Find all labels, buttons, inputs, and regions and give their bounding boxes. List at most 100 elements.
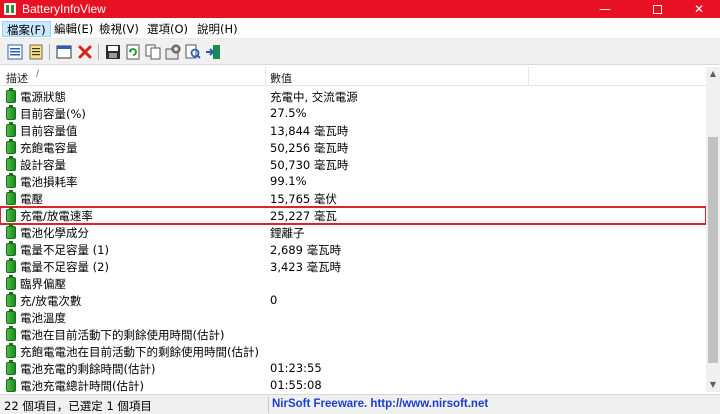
maximize-button[interactable] <box>634 0 680 18</box>
item-value: 25,227 毫瓦 <box>270 209 337 223</box>
battery-icon <box>6 309 16 324</box>
list-item[interactable]: 設計容量 50,730 毫瓦時 <box>0 156 706 173</box>
column-divider[interactable] <box>528 67 529 86</box>
list-item[interactable]: 充飽電容量 50,256 毫瓦時 <box>0 139 706 156</box>
close-button[interactable]: ✕ <box>676 0 720 18</box>
toolbar-separator <box>49 44 50 60</box>
item-value: 3,423 毫瓦時 <box>270 260 342 274</box>
list-item[interactable]: 臨界偏壓 <box>0 275 706 292</box>
item-description: 電池在目前活動下的剩餘使用時間(估計) <box>20 328 225 342</box>
battery-icon <box>6 241 16 256</box>
list-item[interactable]: 電源狀態 充電中, 交流電源 <box>0 88 706 105</box>
item-description: 電池充電總計時間(估計) <box>20 379 144 392</box>
scroll-down-icon[interactable]: ▼ <box>706 378 720 392</box>
battery-icon <box>6 207 16 222</box>
item-description: 電量不足容量 (2) <box>20 260 109 274</box>
list-item[interactable]: 電壓 15,765 毫伏 <box>0 190 706 207</box>
battery-info-list: 電源狀態 充電中, 交流電源 目前容量(%) 27.5% 目前容量值 13,844 毫… <box>0 88 706 392</box>
item-description: 目前容量值 <box>20 124 78 138</box>
battery-icon <box>6 326 16 341</box>
item-description: 電源狀態 <box>20 90 66 104</box>
column-header: 描述 ∕ 數值 <box>0 67 706 86</box>
column-header-value[interactable]: 數值 <box>270 70 292 86</box>
copy-icon[interactable] <box>144 43 162 61</box>
item-value: 0 <box>270 293 278 307</box>
list-item[interactable]: 電量不足容量 (1) 2,689 毫瓦時 <box>0 241 706 258</box>
options-icon[interactable] <box>164 43 182 61</box>
battery-icon <box>6 88 16 103</box>
battery-icon <box>6 275 16 290</box>
toolbar <box>0 39 720 65</box>
battery-icon <box>6 377 16 392</box>
item-value: 27.5% <box>270 106 307 120</box>
list-item[interactable]: 電量不足容量 (2) 3,423 毫瓦時 <box>0 258 706 275</box>
item-value: 充電中, 交流電源 <box>270 90 358 104</box>
list-item[interactable]: 充/放電次數 0 <box>0 292 706 309</box>
status-item-count: 22 個項目，已選定 1 個項目 <box>4 399 152 413</box>
save-icon[interactable] <box>104 43 122 61</box>
menu-file[interactable]: 檔案(F) <box>2 21 51 37</box>
item-description: 電池充電的剩餘時間(估計) <box>20 362 156 376</box>
scrollbar-thumb[interactable] <box>708 137 718 363</box>
battery-icon <box>6 343 16 358</box>
list-item[interactable]: 電池化學成分 鋰離子 <box>0 224 706 241</box>
column-divider[interactable] <box>265 67 266 86</box>
item-value: 50,256 毫瓦時 <box>270 141 349 155</box>
battery-icon <box>6 173 16 188</box>
item-value: 15,765 毫伏 <box>270 192 337 206</box>
item-value: 01:23:55 <box>270 361 322 375</box>
list-item[interactable]: 充飽電電池在目前活動下的剩餘使用時間(估計) <box>0 343 706 360</box>
item-description: 臨界偏壓 <box>20 277 66 291</box>
list-item[interactable]: 電池在目前活動下的剩餘使用時間(估計) <box>0 326 706 343</box>
battery-icon <box>6 122 16 137</box>
list-item[interactable]: 電池溫度 <box>0 309 706 326</box>
item-description: 電池損耗率 <box>20 175 78 189</box>
item-description: 充電/放電速率 <box>20 209 93 223</box>
battery-icon <box>6 292 16 307</box>
menu-help[interactable]: 說明(H) <box>193 21 242 37</box>
list-item[interactable]: 電池充電總計時間(估計) 01:55:08 <box>0 377 706 392</box>
exit-icon[interactable] <box>204 43 222 61</box>
refresh-icon[interactable] <box>124 43 142 61</box>
menu-edit[interactable]: 編輯(E) <box>50 21 97 37</box>
battery-icon <box>6 360 16 375</box>
item-description: 充/放電次數 <box>20 294 82 308</box>
vertical-scrollbar[interactable]: ▲ ▼ <box>706 67 720 392</box>
item-description: 電量不足容量 (1) <box>20 243 109 257</box>
status-separator <box>268 397 269 413</box>
list-item[interactable]: 目前容量值 13,844 毫瓦時 <box>0 122 706 139</box>
item-description: 充飽電電池在目前活動下的剩餘使用時間(估計) <box>20 345 259 359</box>
item-description: 電池溫度 <box>20 311 66 325</box>
item-value: 50,730 毫瓦時 <box>270 158 349 172</box>
toolbar-separator <box>98 44 99 60</box>
item-value: 01:55:08 <box>270 378 322 392</box>
battery-icon <box>6 156 16 171</box>
list-icon[interactable] <box>27 43 45 61</box>
list-item[interactable]: 電池充電的剩餘時間(估計) 01:23:55 <box>0 360 706 377</box>
scroll-up-icon[interactable]: ▲ <box>706 67 720 81</box>
item-description: 電池化學成分 <box>20 226 89 240</box>
nirsoft-link[interactable]: NirSoft Freeware. http://www.nirsoft.net <box>272 398 488 410</box>
menu-view[interactable]: 檢視(V) <box>95 21 143 37</box>
battery-icon <box>6 105 16 120</box>
properties-icon[interactable] <box>6 43 24 61</box>
battery-app-icon <box>4 3 16 15</box>
item-value: 99.1% <box>270 174 307 188</box>
menu-options[interactable]: 選項(O) <box>143 21 192 37</box>
menu-bar: 檔案(F) 編輯(E) 檢視(V) 選項(O) 說明(H) <box>0 18 720 39</box>
minimize-button[interactable]: — <box>582 0 628 18</box>
battery-icon <box>6 190 16 205</box>
item-description: 設計容量 <box>20 158 66 172</box>
window-icon[interactable] <box>55 43 73 61</box>
column-header-description[interactable]: 描述 <box>6 70 28 86</box>
find-icon[interactable] <box>184 43 202 61</box>
sort-ascending-icon: ∕ <box>36 69 40 79</box>
item-description: 目前容量(%) <box>20 107 86 121</box>
battery-icon <box>6 139 16 154</box>
delete-icon[interactable] <box>76 43 94 61</box>
list-item-selected[interactable]: 充電/放電速率 25,227 毫瓦 <box>0 206 706 225</box>
window-title: BatteryInfoView <box>22 2 106 16</box>
list-item[interactable]: 目前容量(%) 27.5% <box>0 105 706 122</box>
list-item[interactable]: 電池損耗率 99.1% <box>0 173 706 190</box>
battery-icon <box>6 258 16 273</box>
